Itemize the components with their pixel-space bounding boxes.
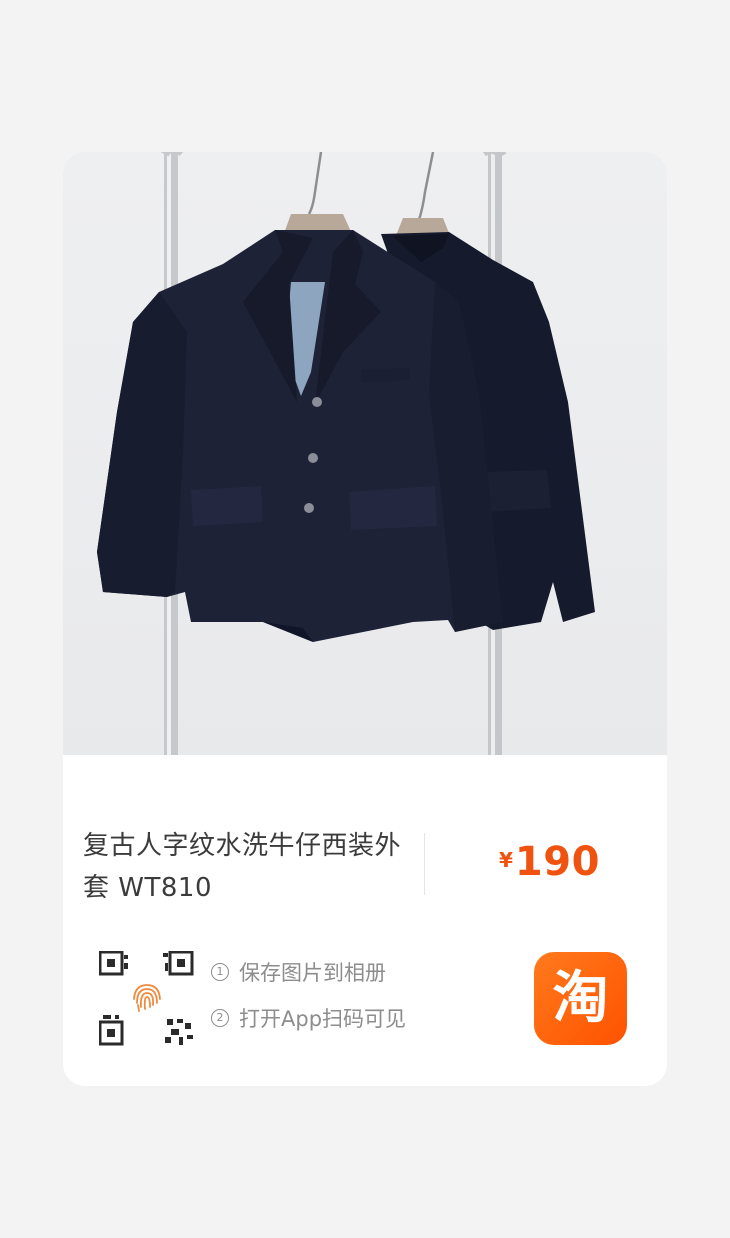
step-save-image: 1 保存图片到相册 [211, 957, 406, 987]
step-text: 保存图片到相册 [239, 961, 386, 985]
step-number: 1 [211, 963, 229, 981]
product-price: ¥190 [499, 839, 600, 885]
taobao-logo-icon: 淘 [534, 952, 627, 1045]
product-image [63, 152, 667, 755]
product-info: 复古人字纹水洗牛仔西装外套 WT810 ¥190 1 保存图片到相册 2 打开A… [63, 755, 667, 1086]
product-title: 复古人字纹水洗牛仔西装外套 WT810 [83, 831, 402, 903]
qr-code-icon [99, 951, 195, 1047]
taobao-logo-char: 淘 [552, 965, 609, 1031]
step-text: 打开App扫码可见 [239, 1007, 407, 1031]
step-open-app-scan: 2 打开App扫码可见 [211, 1003, 406, 1033]
product-share-card: 复古人字纹水洗牛仔西装外套 WT810 ¥190 1 保存图片到相册 2 打开A… [63, 152, 667, 1086]
currency-symbol: ¥ [499, 848, 513, 872]
divider [424, 833, 425, 895]
step-number: 2 [211, 1009, 229, 1027]
share-steps: 1 保存图片到相册 2 打开App扫码可见 [211, 957, 406, 1049]
price-amount: 190 [514, 839, 600, 885]
